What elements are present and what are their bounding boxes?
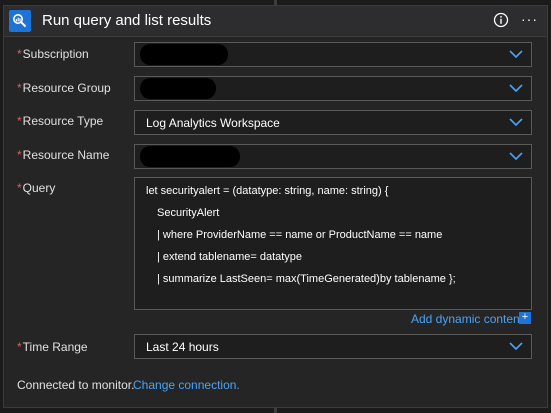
time-range-dropdown[interactable]: Last 24 hours: [134, 334, 532, 359]
redacted-value: [140, 44, 228, 65]
add-dynamic-content-link[interactable]: Add dynamic content: [411, 312, 523, 326]
subscription-dropdown[interactable]: [134, 42, 532, 67]
query-line: | summarize LastSeen= max(TimeGenerated)…: [157, 273, 456, 285]
resource-group-dropdown[interactable]: [134, 76, 532, 101]
add-dynamic-content-icon[interactable]: +: [519, 312, 531, 324]
query-line: | where ProviderName == name or ProductN…: [157, 229, 443, 241]
connection-status: Connected to monitor.: [17, 378, 135, 392]
query-line: let securityalert = (datatype: string, n…: [146, 185, 389, 197]
query-editor[interactable]: let securityalert = (datatype: string, n…: [134, 177, 532, 310]
chevron-down-icon: [509, 50, 523, 59]
query-line: SecurityAlert: [157, 207, 220, 219]
more-options-icon[interactable]: ···: [521, 11, 541, 29]
flow-connector-bottom: [274, 407, 277, 413]
redacted-value: [140, 146, 240, 167]
info-icon[interactable]: [493, 12, 509, 28]
resource-type-label: *Resource Type: [17, 114, 104, 128]
log-analytics-icon: [9, 10, 31, 32]
redacted-value: [140, 78, 216, 99]
chevron-down-icon: [509, 342, 523, 351]
action-card: Run query and list results ··· *Subscrip…: [3, 5, 548, 408]
resource-name-label: *Resource Name: [17, 148, 110, 162]
query-label: *Query: [17, 181, 56, 195]
chevron-down-icon: [509, 118, 523, 127]
time-range-label: *Time Range: [17, 340, 88, 354]
chevron-down-icon: [509, 152, 523, 161]
query-line: | extend tablename= datatype: [157, 251, 303, 263]
resource-name-dropdown[interactable]: [134, 144, 532, 169]
card-title: Run query and list results: [42, 12, 212, 29]
change-connection-link[interactable]: Change connection.: [133, 378, 240, 392]
chevron-down-icon: [509, 84, 523, 93]
subscription-label: *Subscription: [17, 47, 89, 61]
resource-type-dropdown[interactable]: Log Analytics Workspace: [134, 110, 532, 135]
card-header[interactable]: Run query and list results ···: [4, 6, 547, 37]
resource-group-label: *Resource Group: [17, 81, 111, 95]
